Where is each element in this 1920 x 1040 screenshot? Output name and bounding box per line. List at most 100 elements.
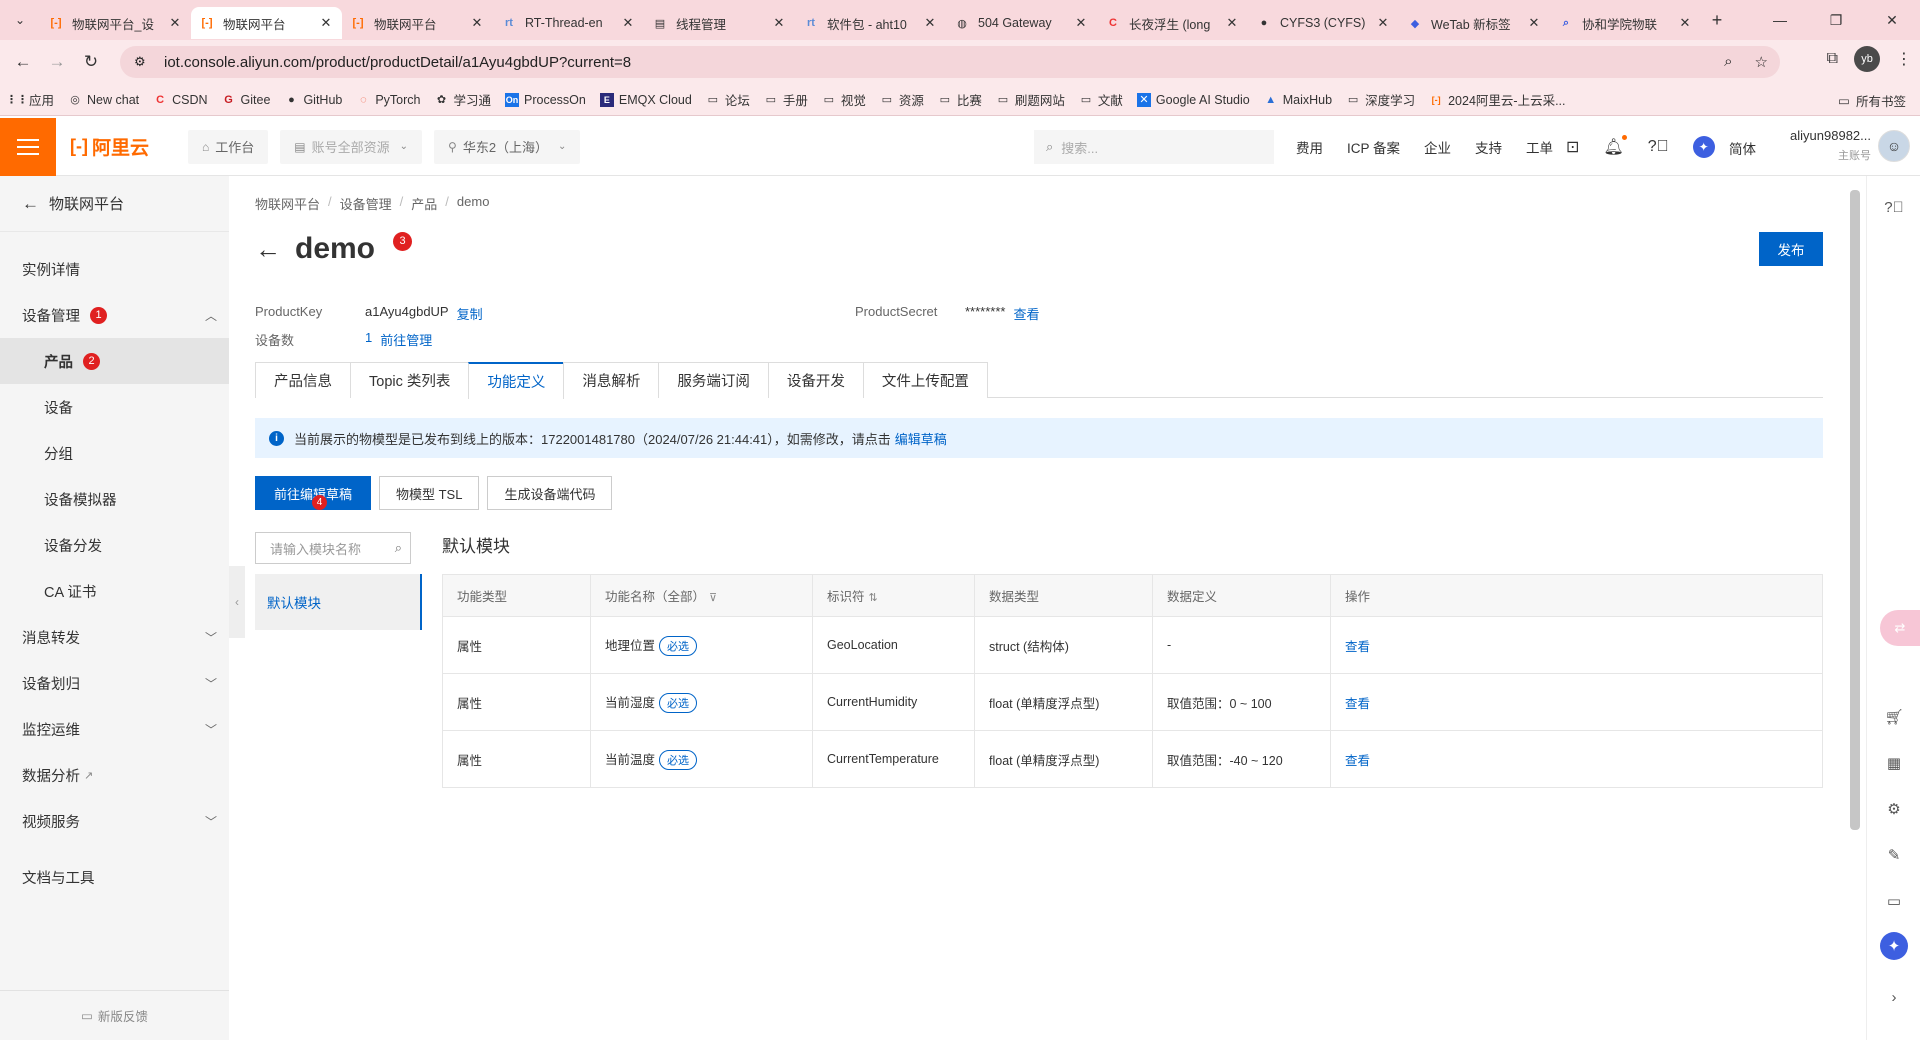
header-link-ticket[interactable]: 工单 [1526, 137, 1553, 157]
language-switch[interactable]: 简体 [1729, 138, 1756, 158]
sidebar-item-video-service[interactable]: 视频服务 ﹀ [0, 798, 229, 844]
extensions-icon[interactable]: ⧉ [1827, 50, 1838, 68]
view-link[interactable]: 查看 [1345, 697, 1370, 711]
tab-topic-list[interactable]: Topic 类列表 [350, 362, 470, 398]
url-input[interactable]: ⚙ iot.console.aliyun.com/product/product… [120, 46, 1780, 78]
bookmark-item[interactable]: C CSDN [153, 93, 207, 107]
browser-tab[interactable]: ◆ WeTab 新标签 ✕ [1399, 7, 1550, 39]
bookmark-folder[interactable]: ▭ 文献 [1079, 90, 1123, 109]
bookmark-folder[interactable]: ▭ 手册 [764, 90, 808, 109]
close-icon[interactable]: ✕ [469, 15, 485, 31]
bookmark-folder[interactable]: ▭ 资源 [880, 90, 924, 109]
back-arrow-icon[interactable]: ← [6, 45, 40, 79]
browser-tab[interactable]: ⌕ 协和学院物联 ✕ [1550, 7, 1701, 39]
search-icon[interactable]: ⌕ [395, 540, 402, 556]
generate-code-button[interactable]: 生成设备端代码 [487, 476, 613, 510]
chevron-right-icon[interactable]: › [1883, 986, 1905, 1008]
browser-tab[interactable]: [-] 物联网平台_设 ✕ [40, 7, 191, 39]
close-window-icon[interactable]: ✕ [1864, 0, 1920, 40]
sidebar-item-device-management[interactable]: 设备管理 1 ︿ [0, 292, 229, 338]
copy-link[interactable]: 复制 [457, 304, 483, 323]
user-avatar[interactable]: ☺ [1878, 130, 1910, 162]
back-arrow-icon[interactable]: ← [255, 234, 281, 265]
tab-server-subscription[interactable]: 服务端订阅 [658, 362, 769, 398]
filter-icon[interactable]: ⊽ [709, 592, 717, 604]
sidebar-back-link[interactable]: ← 物联网平台 [0, 176, 229, 232]
edit-icon[interactable]: ✎ [1883, 844, 1905, 866]
bookmark-item[interactable]: ▲ MaixHub [1264, 93, 1332, 107]
bookmark-star-icon[interactable]: ☆ [1755, 53, 1768, 71]
breadcrumb-item[interactable]: 设备管理 [340, 194, 392, 213]
tab-search-button[interactable]: ⌄ [0, 0, 40, 40]
calculator-icon[interactable]: ▦ [1883, 752, 1905, 774]
minimize-icon[interactable]: — [1752, 0, 1808, 40]
close-icon[interactable]: ✕ [771, 15, 787, 31]
go-manage-link[interactable]: 前往管理 [380, 330, 432, 349]
user-info[interactable]: aliyun98982... 主账号 [1779, 128, 1871, 163]
breadcrumb-item[interactable]: 物联网平台 [255, 194, 320, 213]
browser-tab[interactable]: ◍ 504 Gateway ✕ [946, 7, 1097, 39]
close-icon[interactable]: ✕ [1224, 15, 1240, 31]
bookmark-item[interactable]: ● GitHub [284, 93, 342, 107]
tab-file-upload-config[interactable]: 文件上传配置 [862, 362, 988, 398]
bookmark-item[interactable]: ⋮⋮ 应用 [6, 90, 54, 109]
browser-tab[interactable]: ▤ 线程管理 ✕ [644, 7, 795, 39]
tab-message-parsing[interactable]: 消息解析 [563, 362, 660, 398]
zoom-icon[interactable]: ⌕ [1724, 53, 1732, 71]
feedback-button[interactable]: ▭ 新版反馈 [0, 990, 229, 1040]
site-info-icon[interactable]: ⚙ [134, 54, 152, 70]
sidebar-item-device-distribution[interactable]: 设备分发 [0, 522, 229, 568]
tab-device-development[interactable]: 设备开发 [767, 362, 864, 398]
ai-assistant-icon[interactable]: ✦ [1880, 932, 1908, 960]
bookmark-item[interactable]: G Gitee [222, 93, 270, 107]
module-search-input[interactable]: 请输入模块名称 ⌕ [255, 532, 411, 564]
message-icon[interactable]: ▭ [1883, 890, 1905, 912]
more-menu-icon[interactable]: ⋮ [1896, 49, 1912, 69]
aliyun-logo[interactable]: [-] 阿里云 [56, 133, 176, 160]
sort-icon[interactable]: ⇅ [869, 592, 878, 604]
terminal-icon[interactable]: ⊡ [1566, 137, 1579, 157]
settings-icon[interactable]: ⚙ [1883, 798, 1905, 820]
close-icon[interactable]: ✕ [620, 15, 636, 31]
browser-tab[interactable]: C 长夜浮生 (long ✕ [1097, 7, 1248, 39]
sidebar-item-group[interactable]: 分组 [0, 430, 229, 476]
bookmark-item[interactable]: ✿ 学习通 [435, 90, 491, 109]
sidebar-item-docs-tools[interactable]: 文档与工具 [0, 854, 229, 900]
header-link-fees[interactable]: 费用 [1296, 137, 1323, 157]
browser-tab[interactable]: ● CYFS3 (CYFS) ✕ [1248, 7, 1399, 39]
sidebar-item-monitoring[interactable]: 监控运维 ﹀ [0, 706, 229, 752]
console-search-input[interactable]: ⌕ 搜索... [1034, 130, 1274, 164]
browser-tab[interactable]: rt 软件包 - aht10 ✕ [795, 7, 946, 39]
header-link-support[interactable]: 支持 [1475, 137, 1502, 157]
all-bookmarks[interactable]: ▭ 所有书签 [1838, 84, 1906, 116]
translate-float-icon[interactable]: ⇄ [1880, 610, 1920, 646]
close-icon[interactable]: ✕ [167, 15, 183, 31]
header-link-enterprise[interactable]: 企业 [1424, 137, 1451, 157]
header-link-icp[interactable]: ICP 备案 [1347, 137, 1400, 157]
bookmark-item[interactable]: [-] 2024阿里云-上云采... [1429, 90, 1566, 109]
edit-draft-link[interactable]: 编辑草稿 [895, 429, 947, 448]
restore-icon[interactable]: ❐ [1808, 0, 1864, 40]
edit-draft-button[interactable]: 前往编辑草稿 4 [255, 476, 371, 510]
breadcrumb-item[interactable]: 产品 [411, 194, 437, 213]
close-icon[interactable]: ✕ [1677, 15, 1693, 31]
collapse-handle[interactable]: ‹ [229, 566, 245, 638]
sidebar-item-device-simulator[interactable]: 设备模拟器 [0, 476, 229, 522]
browser-tab[interactable]: [-] 物联网平台 ✕ [342, 7, 493, 39]
view-secret-link[interactable]: 查看 [1013, 304, 1039, 323]
view-link[interactable]: 查看 [1345, 640, 1370, 654]
bell-icon[interactable]: 🔔︎ [1603, 135, 1628, 157]
bookmark-folder[interactable]: ▭ 刷题网站 [996, 90, 1065, 109]
reload-icon[interactable]: ↻ [74, 45, 108, 79]
help-icon[interactable]: ?⃝ [1648, 138, 1669, 156]
resource-scope-select[interactable]: ▤ 账号全部资源 ⌄ [280, 129, 423, 164]
bookmark-folder[interactable]: ▭ 视觉 [822, 90, 866, 109]
bookmark-item[interactable]: ◎ New chat [68, 93, 139, 107]
profile-avatar[interactable]: yb [1854, 46, 1880, 72]
sidebar-item-device[interactable]: 设备 [0, 384, 229, 430]
bookmark-item[interactable]: E EMQX Cloud [599, 92, 692, 107]
bookmark-folder[interactable]: ▭ 论坛 [706, 90, 750, 109]
view-link[interactable]: 查看 [1345, 754, 1370, 768]
cart-icon[interactable]: 🛒︎ [1883, 706, 1905, 728]
ai-assistant-icon[interactable]: ✦ [1692, 136, 1715, 158]
